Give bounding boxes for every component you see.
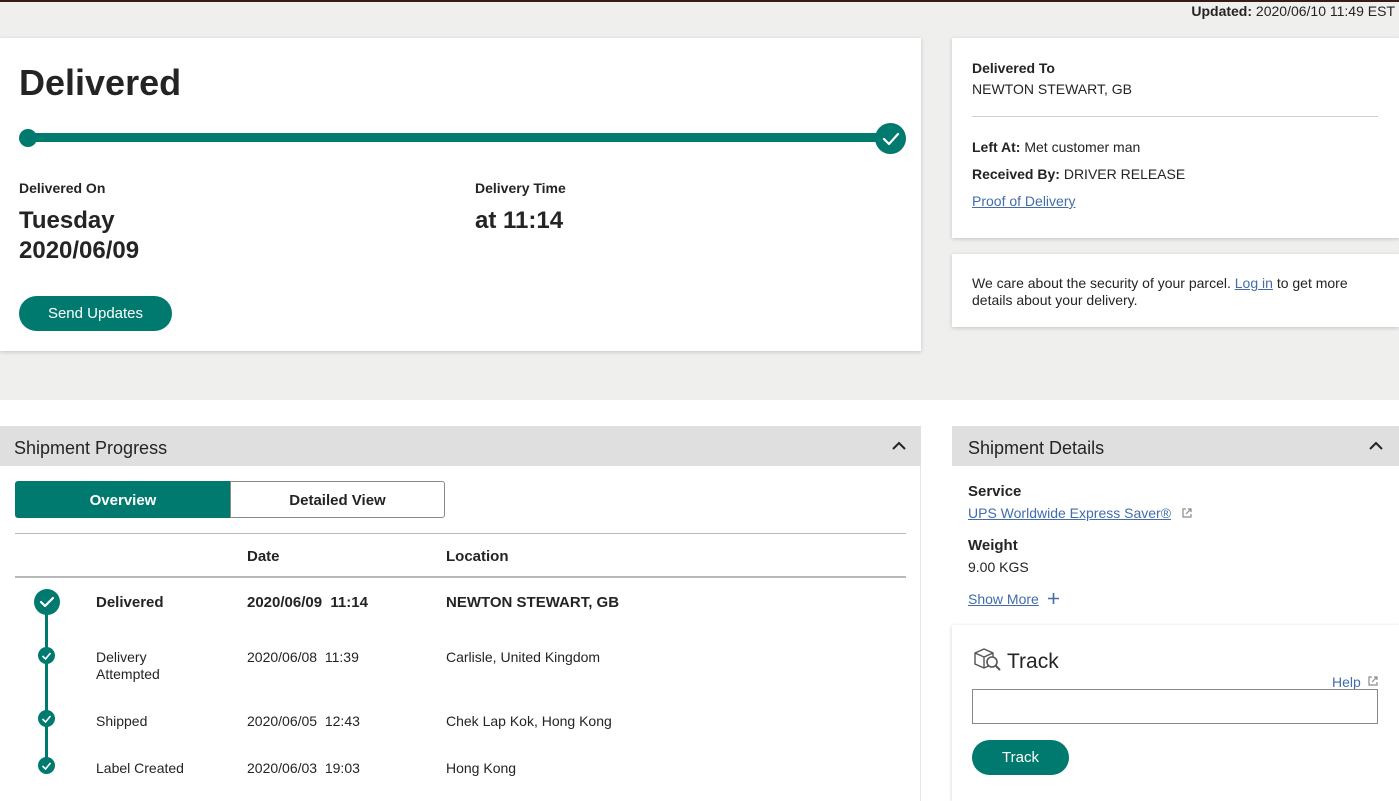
- track-button[interactable]: Track: [972, 740, 1069, 775]
- received-by: Received By: DRIVER RELEASE: [972, 166, 1185, 182]
- left-at: Left At: Met customer man: [972, 139, 1140, 155]
- shipment-progress-title: Shipment Progress: [14, 438, 168, 458]
- delivered-on-date: 2020/06/09: [19, 237, 140, 264]
- track-card: Track Help Track: [952, 625, 1399, 801]
- row-location: NEWTON STEWART, GB: [446, 594, 620, 611]
- delivered-to-divider: [972, 116, 1378, 117]
- row-status: Delivery Attempted: [96, 649, 160, 683]
- progress-timeline-line: [45, 602, 48, 767]
- proof-of-delivery-link-wrap: Proof of Delivery: [972, 193, 1075, 209]
- shipment-details-header[interactable]: Shipment Details: [952, 426, 1399, 466]
- tab-detailed-view[interactable]: Detailed View: [230, 481, 445, 518]
- milestone-check-icon: [38, 710, 55, 727]
- row-date-time: 11:14: [330, 594, 368, 611]
- row-date-time: 12:43: [324, 713, 360, 729]
- milestone-check-icon: [38, 757, 55, 774]
- security-text-before: We care about the security of your parce…: [972, 275, 1231, 291]
- delivered-on-day: Tuesday: [19, 207, 115, 234]
- row-date: 2020/06/03 19:03: [247, 760, 360, 777]
- table-header-divider: [15, 576, 906, 578]
- left-at-label: Left At:: [972, 139, 1021, 155]
- row-location: Carlisle, United Kingdom: [446, 649, 601, 665]
- delivered-to-label: Delivered To: [972, 60, 1055, 76]
- row-location: Chek Lap Kok, Hong Kong: [446, 713, 612, 729]
- chevron-up-icon[interactable]: [891, 439, 907, 453]
- tracking-number-input[interactable]: [972, 689, 1378, 724]
- external-link-icon: [1367, 674, 1379, 690]
- service-value-wrap: UPS Worldwide Express Saver®: [968, 505, 1193, 522]
- tab-overview[interactable]: Overview: [15, 481, 231, 518]
- updated-timestamp: Updated: 2020/06/10 11:49 EST: [1191, 3, 1395, 19]
- login-link[interactable]: Log in: [1235, 275, 1273, 291]
- row-date-day: 2020/06/09: [247, 594, 323, 611]
- row-date: 2020/06/08 11:39: [247, 649, 359, 666]
- row-date-day: 2020/06/03: [247, 760, 318, 776]
- row-date-day: 2020/06/08: [247, 649, 318, 665]
- received-by-label: Received By:: [972, 166, 1060, 182]
- row-status: Label Created: [96, 760, 184, 776]
- package-search-icon: [972, 646, 1002, 677]
- left-at-value: Met customer man: [1024, 139, 1141, 155]
- service-label: Service: [968, 483, 1022, 500]
- security-text-after: to get more: [1276, 275, 1348, 291]
- help-wrap: Help: [1332, 674, 1379, 690]
- proof-of-delivery-link[interactable]: Proof of Delivery: [972, 193, 1075, 209]
- progress-start-dot: [19, 129, 37, 147]
- delivery-time-value: at 11:14: [475, 207, 564, 234]
- status-title: Delivered: [19, 62, 182, 103]
- row-date-time: 11:39: [324, 649, 359, 665]
- shipment-progress-panel: Shipment Progress Overview Detailed View…: [0, 426, 921, 801]
- updated-value: 2020/06/10 11:49 EST: [1255, 3, 1395, 19]
- row-status: Shipped: [96, 713, 148, 729]
- security-text-line2: details about your delivery.: [972, 292, 1138, 308]
- service-link[interactable]: UPS Worldwide Express Saver®: [968, 505, 1171, 521]
- progress-complete-check-icon: [875, 123, 906, 154]
- milestone-check-icon: [38, 647, 55, 664]
- received-by-value: DRIVER RELEASE: [1063, 166, 1186, 182]
- shipment-details-title: Shipment Details: [968, 438, 1105, 458]
- delivered-on-label: Delivered On: [19, 180, 106, 196]
- row-date: 2020/06/09 11:14: [247, 594, 368, 611]
- row-date-time: 19:03: [324, 760, 360, 776]
- external-link-icon: [1181, 506, 1193, 522]
- updated-label: Updated:: [1191, 3, 1253, 19]
- weight-label: Weight: [968, 537, 1018, 554]
- row-date-day: 2020/06/05: [247, 713, 318, 729]
- show-more-wrap: Show More: [968, 591, 1060, 608]
- send-updates-button[interactable]: Send Updates: [19, 296, 172, 331]
- row-status-line1: Delivery: [96, 649, 147, 665]
- delivered-check-icon: [34, 589, 60, 615]
- shipment-progress-header[interactable]: Shipment Progress: [0, 426, 921, 466]
- column-header-location: Location: [446, 548, 509, 565]
- weight-value: 9.00 KGS: [968, 559, 1029, 575]
- help-link[interactable]: Help: [1332, 674, 1361, 690]
- delivery-progress-bar: [28, 133, 890, 142]
- delivery-time-label: Delivery Time: [475, 180, 566, 196]
- row-status: Delivered: [96, 594, 164, 611]
- show-more-link[interactable]: Show More: [968, 591, 1039, 607]
- row-date: 2020/06/05 12:43: [247, 713, 360, 730]
- shipment-details-panel: Shipment Details Service UPS Worldwide E…: [952, 426, 1399, 622]
- plus-icon[interactable]: [1047, 592, 1060, 608]
- row-location: Hong Kong: [446, 760, 517, 776]
- table-top-divider: [15, 533, 906, 534]
- chevron-up-icon[interactable]: [1368, 439, 1384, 453]
- security-text-line1: We care about the security of your parce…: [972, 275, 1348, 291]
- row-status-line2: Attempted: [96, 666, 160, 682]
- column-header-date: Date: [247, 548, 280, 565]
- track-title: Track: [1007, 650, 1059, 673]
- delivered-to-value: NEWTON STEWART, GB: [972, 81, 1132, 97]
